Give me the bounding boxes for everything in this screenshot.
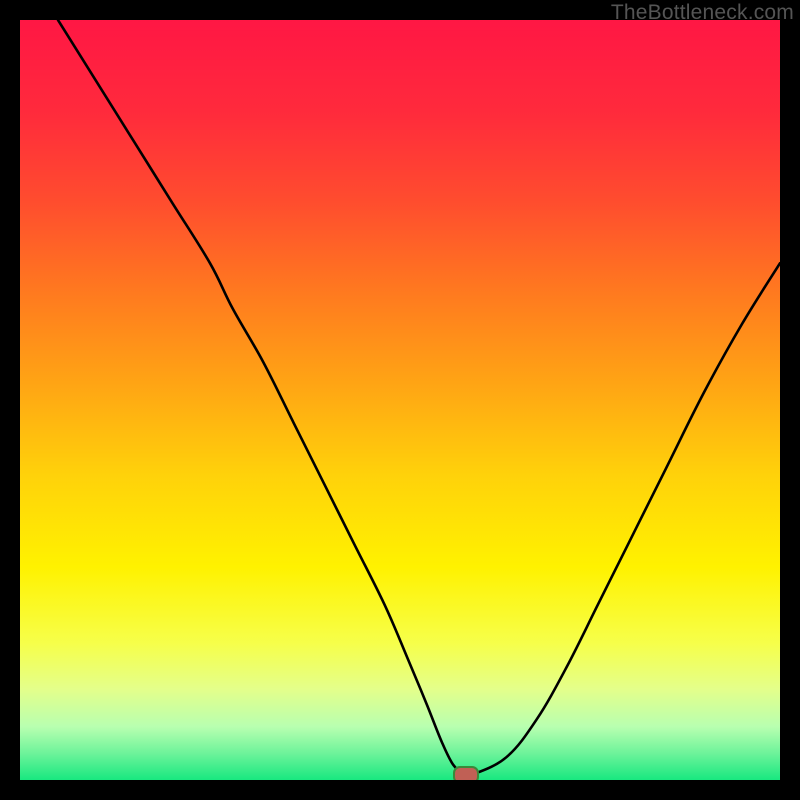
minimum-marker [453,766,479,780]
watermark-text: TheBottleneck.com [611,1,794,25]
chart-frame: TheBottleneck.com [0,0,800,800]
chart-background-gradient [20,20,780,780]
bottleneck-chart [20,20,780,780]
plot-area [20,20,780,780]
